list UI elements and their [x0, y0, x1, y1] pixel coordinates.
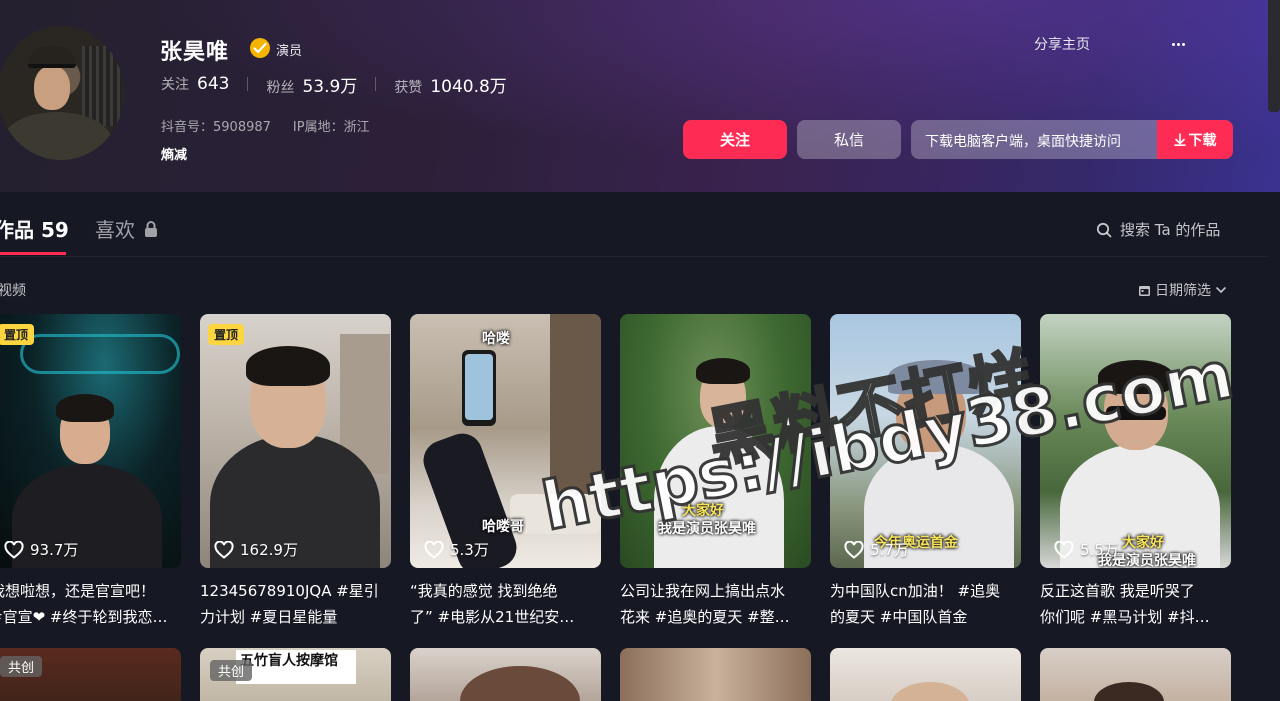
video-title-line: 为中国队cn加油！ #追奥	[830, 582, 1001, 600]
video-card[interactable]	[620, 648, 811, 701]
co-creation-badge: 共创	[210, 660, 253, 681]
video-title-line: “我真的感觉 找到绝绝	[410, 582, 558, 600]
heart-icon	[424, 540, 444, 559]
search-works-label: 搜索 Ta 的作品	[1120, 221, 1221, 239]
stat-value: 53.9万	[302, 76, 358, 97]
share-profile-link[interactable]: 分享主页	[1034, 34, 1090, 54]
video-thumbnail	[200, 314, 391, 568]
video-title[interactable]: 我想啦想，还是官宣吧！ #官宣❤ #终于轮到我恋…	[0, 578, 181, 630]
video-title-line: 12345678910JQA #星引	[200, 582, 379, 600]
verified-role: 演员	[276, 44, 303, 59]
download-button[interactable]: 下载	[1157, 120, 1233, 159]
search-icon	[1096, 222, 1112, 237]
video-title-line: 花来 #追奥的夏天 #整…	[620, 608, 790, 626]
stat-value: 1040.8万	[430, 76, 507, 97]
stat-label: 获赞	[394, 79, 423, 96]
douyin-profile-page: 张昊唯 演员 关注 643 粉丝 53.9万 获赞 1040.8万 抖音号：59…	[0, 0, 1280, 701]
pinned-badge: 置顶	[0, 324, 35, 345]
video-likes-count: 93.7万	[30, 541, 79, 559]
lock-icon	[145, 221, 157, 237]
video-title-line: 公司让我在网上搞出点水	[620, 582, 786, 600]
stat-label: 粉丝	[266, 79, 295, 96]
video-title[interactable]: “我真的感觉 找到绝绝 了” #电影从21世纪安…	[410, 578, 601, 630]
video-title-line: 你们呢 #黑马计划 #抖…	[1040, 608, 1210, 626]
date-filter-dropdown[interactable]: 日期筛选	[1138, 280, 1227, 300]
stat-followers[interactable]: 粉丝 53.9万	[266, 72, 357, 97]
video-card[interactable]	[830, 648, 1021, 701]
video-likes-count: 5.5万	[1080, 541, 1119, 559]
heart-icon	[214, 540, 234, 559]
video-overlay-caption: 五竹盲人按摩馆	[240, 653, 338, 669]
video-title-line: 力计划 #夏日星能量	[200, 608, 338, 626]
heart-icon	[4, 540, 24, 559]
video-overlay-caption: 哈喽	[482, 331, 510, 347]
message-button[interactable]: 私信	[797, 120, 901, 159]
douyin-id: 抖音号：5908987	[161, 120, 271, 135]
pinned-badge: 置顶	[208, 324, 245, 345]
video-title-line: 反正这首歌 我是听哭了	[1040, 582, 1195, 600]
download-client-text: 下载电脑客户端，桌面快捷访问	[925, 134, 1121, 150]
heart-icon	[1054, 540, 1074, 559]
heart-icon	[844, 540, 864, 559]
more-options-icon[interactable]	[1171, 34, 1191, 52]
video-card[interactable]	[410, 648, 601, 701]
video-title-line: 的夏天 #中国队首金	[830, 608, 968, 626]
video-title[interactable]: 公司让我在网上搞出点水 花来 #追奥的夏天 #整…	[620, 578, 811, 630]
follow-button[interactable]: 关注	[683, 120, 787, 159]
profile-signature: 熵减	[161, 148, 188, 163]
video-title-line: 我想啦想，还是官宣吧！	[0, 582, 156, 600]
video-likes-count: 5.3万	[450, 541, 489, 559]
tab-works[interactable]: 作品 59	[0, 214, 69, 243]
stat-divider	[247, 77, 249, 91]
video-card[interactable]: 置顶 93.7万	[0, 314, 181, 568]
date-filter-label: 日期筛选	[1155, 283, 1211, 299]
video-likes-count: 162.9万	[240, 541, 298, 559]
co-creation-badge: 共创	[0, 656, 43, 677]
verified-badge-icon	[250, 38, 270, 58]
video-likes: 5.7万	[844, 539, 909, 560]
stat-value: 643	[197, 74, 230, 94]
video-title[interactable]: 为中国队cn加油！ #追奥 的夏天 #中国队首金	[830, 578, 1021, 630]
tab-likes[interactable]: 喜欢	[95, 214, 135, 243]
video-title[interactable]: 反正这首歌 我是听哭了 你们呢 #黑马计划 #抖…	[1040, 578, 1231, 630]
video-likes: 93.7万	[4, 539, 78, 560]
tab-divider	[0, 256, 1268, 257]
video-title-line: #官宣❤ #终于轮到我恋…	[0, 608, 168, 626]
video-likes: 5.5万	[1054, 539, 1119, 560]
stat-divider	[375, 77, 377, 91]
download-arrow-icon	[1173, 133, 1186, 146]
video-title-line: 了” #电影从21世纪安…	[410, 608, 575, 626]
video-overlay-caption: 大家好	[1122, 535, 1164, 551]
profile-stats: 关注 643 粉丝 53.9万 获赞 1040.8万	[161, 72, 507, 97]
stat-label: 关注	[161, 77, 189, 93]
avatar[interactable]	[0, 26, 124, 160]
video-likes: 5.3万	[424, 539, 489, 560]
video-card[interactable]: 共创	[0, 648, 181, 701]
chevron-down-icon	[1215, 286, 1227, 294]
download-button-label: 下载	[1188, 132, 1217, 149]
section-label-videos: 视频	[0, 283, 26, 299]
profile-banner	[0, 0, 1280, 192]
video-thumbnail	[0, 314, 181, 568]
video-title[interactable]: 12345678910JQA #星引 力计划 #夏日星能量	[200, 578, 391, 630]
profile-name: 张昊唯	[160, 40, 230, 65]
video-likes-count: 5.7万	[870, 541, 909, 559]
video-overlay-caption: 哈喽哥	[482, 519, 524, 535]
download-client-banner[interactable]: 下载电脑客户端，桌面快捷访问 下载	[911, 120, 1233, 159]
ip-location: IP属地：浙江	[292, 120, 370, 135]
calendar-icon	[1139, 285, 1150, 296]
search-works-button[interactable]: 搜索 Ta 的作品	[1096, 219, 1220, 240]
video-likes: 162.9万	[214, 539, 298, 560]
video-card[interactable]: 五竹盲人按摩馆 共创	[200, 648, 391, 701]
active-tab-indicator	[0, 252, 66, 255]
page-scrollbar[interactable]	[1268, 0, 1280, 112]
video-card[interactable]: 置顶 162.9万	[200, 314, 391, 568]
stat-likes: 获赞 1040.8万	[394, 72, 506, 97]
profile-meta: 抖音号：5908987 IP属地：浙江	[161, 116, 370, 135]
video-card[interactable]	[1040, 648, 1231, 701]
stat-following[interactable]: 关注 643	[161, 74, 229, 94]
